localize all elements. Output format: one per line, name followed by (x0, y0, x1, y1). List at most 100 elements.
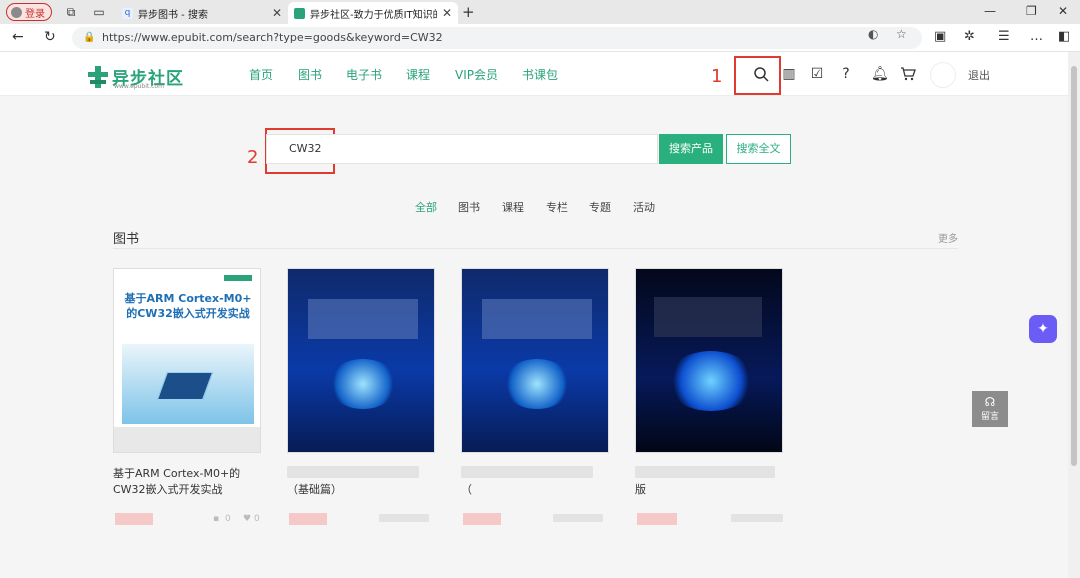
tab-label: 异步社区-致力于优质IT知识的出版 (310, 9, 437, 21)
url-text: https://www.epubit.com/search?type=goods… (102, 31, 443, 44)
tab-epubit[interactable]: 异步社区-致力于优质IT知识的出版 ✕ (288, 2, 458, 24)
cover-title-line1: 基于ARM Cortex-M0+ (124, 292, 252, 305)
filter-books[interactable]: 图书 (458, 199, 480, 215)
page-content: 异步社区 www.epubit.com 首页 图书 电子书 课程 VIP会员 书… (0, 52, 1068, 578)
like-icon: ♥ (243, 514, 252, 524)
tab-label: 异步图书 - 搜索 (138, 9, 208, 21)
site-info-icon[interactable]: 🔒 (83, 27, 95, 49)
book-title-blurred (635, 466, 775, 478)
back-arrow-icon[interactable]: ← (12, 29, 24, 45)
book-cover[interactable] (461, 268, 609, 453)
book-title-blurred (287, 466, 419, 478)
login-label: 登录 (25, 8, 45, 20)
book-title-blurred (461, 466, 593, 478)
profile-avatar-icon (11, 6, 22, 18)
sidebar-toggle-icon[interactable]: ◧ (1058, 29, 1070, 44)
cover-blurred-title (654, 297, 762, 337)
section-more-link[interactable]: 更多 (938, 230, 958, 245)
refresh-icon[interactable]: ↻ (44, 29, 56, 45)
book-meta-blurred (553, 514, 603, 522)
user-avatar[interactable] (930, 62, 956, 88)
epubit-favicon-icon (294, 7, 305, 19)
book-cover[interactable] (287, 268, 435, 453)
headset-icon: ☊ (984, 395, 996, 409)
search-favicon-icon: q (122, 7, 133, 19)
section-divider (113, 248, 958, 249)
nav-ebooks[interactable]: 电子书 (346, 66, 382, 83)
chip-icon (156, 372, 214, 400)
extensions-puzzle-icon[interactable]: ✲ (964, 29, 975, 44)
nav-bundles[interactable]: 书课包 (522, 66, 558, 83)
annotation-box-1 (734, 56, 781, 95)
bookshelf-icon[interactable]: ▥ (781, 66, 797, 82)
cart-icon[interactable] (900, 66, 916, 82)
book-title[interactable]: 基于ARM Cortex-M0+的CW32嵌入式开发实战 (113, 466, 263, 498)
bell-icon[interactable]: 🔔︎ (871, 66, 889, 82)
close-tab-icon[interactable]: ✕ (272, 6, 282, 20)
cover-blurred-title (482, 299, 592, 339)
calendar-check-icon[interactable]: ☑ (809, 66, 825, 82)
section-title: 图书 (113, 232, 140, 247)
close-tab-icon[interactable]: ✕ (442, 6, 452, 20)
comment-count: 0 (225, 514, 231, 524)
logo-mark-icon (88, 65, 108, 88)
url-field[interactable]: 🔒 https://www.epubit.com/search?type=goo… (72, 27, 922, 49)
book-title[interactable]: （ (461, 482, 611, 498)
more-menu-icon[interactable]: … (1030, 29, 1043, 44)
book-price-blurred (115, 513, 153, 525)
message-button[interactable]: ☊ 留言 (972, 391, 1008, 427)
tab-search[interactable]: q 异步图书 - 搜索 ✕ (116, 2, 288, 24)
site-logo[interactable]: 异步社区 www.epubit.com (88, 64, 184, 90)
filter-events[interactable]: 活动 (633, 199, 655, 215)
filter-all[interactable]: 全部 (415, 199, 437, 215)
maximize-icon[interactable]: ❐ (1026, 4, 1037, 18)
workspaces-icon[interactable]: ⧉ (64, 5, 78, 19)
search-input[interactable]: CW32 (266, 134, 658, 164)
book-meta-blurred (731, 514, 783, 522)
logout-link[interactable]: 退出 (968, 67, 990, 83)
cover-footer (114, 427, 260, 452)
extension-icon[interactable]: ▣ (934, 29, 946, 44)
comment-icon: ▪ (213, 514, 220, 524)
close-window-icon[interactable]: ✕ (1058, 4, 1068, 18)
search-fulltext-button[interactable]: 搜索全文 (726, 134, 791, 164)
profile-login-button[interactable]: 登录 (6, 3, 52, 21)
publisher-logo-icon (224, 275, 252, 281)
nav-courses[interactable]: 课程 (406, 66, 430, 83)
logo-subtext: www.epubit.com (114, 83, 164, 90)
filter-columns[interactable]: 专栏 (546, 199, 568, 215)
browser-tab-bar: 登录 ⧉ ▭ q 异步图书 - 搜索 ✕ 异步社区-致力于优质IT知识的出版 ✕… (0, 0, 1080, 24)
annotation-number-1: 1 (711, 66, 723, 87)
address-bar-row: ← ↻ 🔒 https://www.epubit.com/search?type… (0, 24, 1080, 52)
site-header: 异步社区 www.epubit.com 首页 图书 电子书 课程 VIP会员 书… (0, 52, 1068, 96)
page-scrollbar[interactable] (1068, 52, 1080, 578)
cover-circuit-illustration (122, 344, 254, 424)
nav-home[interactable]: 首页 (249, 66, 273, 83)
book-price-blurred (289, 513, 327, 525)
tab-actions-icon[interactable]: ▭ (92, 5, 106, 19)
assistant-badge-icon[interactable]: ✦ (1029, 315, 1057, 343)
book-title[interactable]: 版 (635, 482, 785, 498)
filter-courses[interactable]: 课程 (502, 199, 524, 215)
butterfly-illustration (328, 359, 398, 409)
translate-icon[interactable]: ◐ (868, 27, 878, 41)
minimize-icon[interactable]: — (984, 4, 996, 18)
cover-title-line2: 的CW32嵌入式开发实战 (126, 307, 250, 320)
favorite-star-icon[interactable]: ☆ (896, 27, 907, 41)
book-meta-blurred (379, 514, 429, 522)
book-title[interactable]: （基础篇） (287, 482, 437, 498)
scrollbar-thumb[interactable] (1071, 66, 1077, 466)
nav-books[interactable]: 图书 (298, 66, 322, 83)
nav-vip[interactable]: VIP会员 (455, 66, 498, 83)
book-cover[interactable]: 基于ARM Cortex-M0+ 的CW32嵌入式开发实战 (113, 268, 261, 453)
butterfly-illustration (666, 351, 756, 411)
filter-topics[interactable]: 专题 (589, 199, 611, 215)
help-icon[interactable]: ? (838, 66, 854, 82)
book-cover[interactable] (635, 268, 783, 453)
book-price-blurred (637, 513, 677, 525)
like-count: 0 (254, 514, 260, 524)
message-label: 留言 (980, 412, 999, 422)
search-products-button[interactable]: 搜索产品 (659, 134, 723, 164)
collections-icon[interactable]: ☰ (998, 29, 1010, 44)
new-tab-icon[interactable]: + (462, 3, 475, 21)
